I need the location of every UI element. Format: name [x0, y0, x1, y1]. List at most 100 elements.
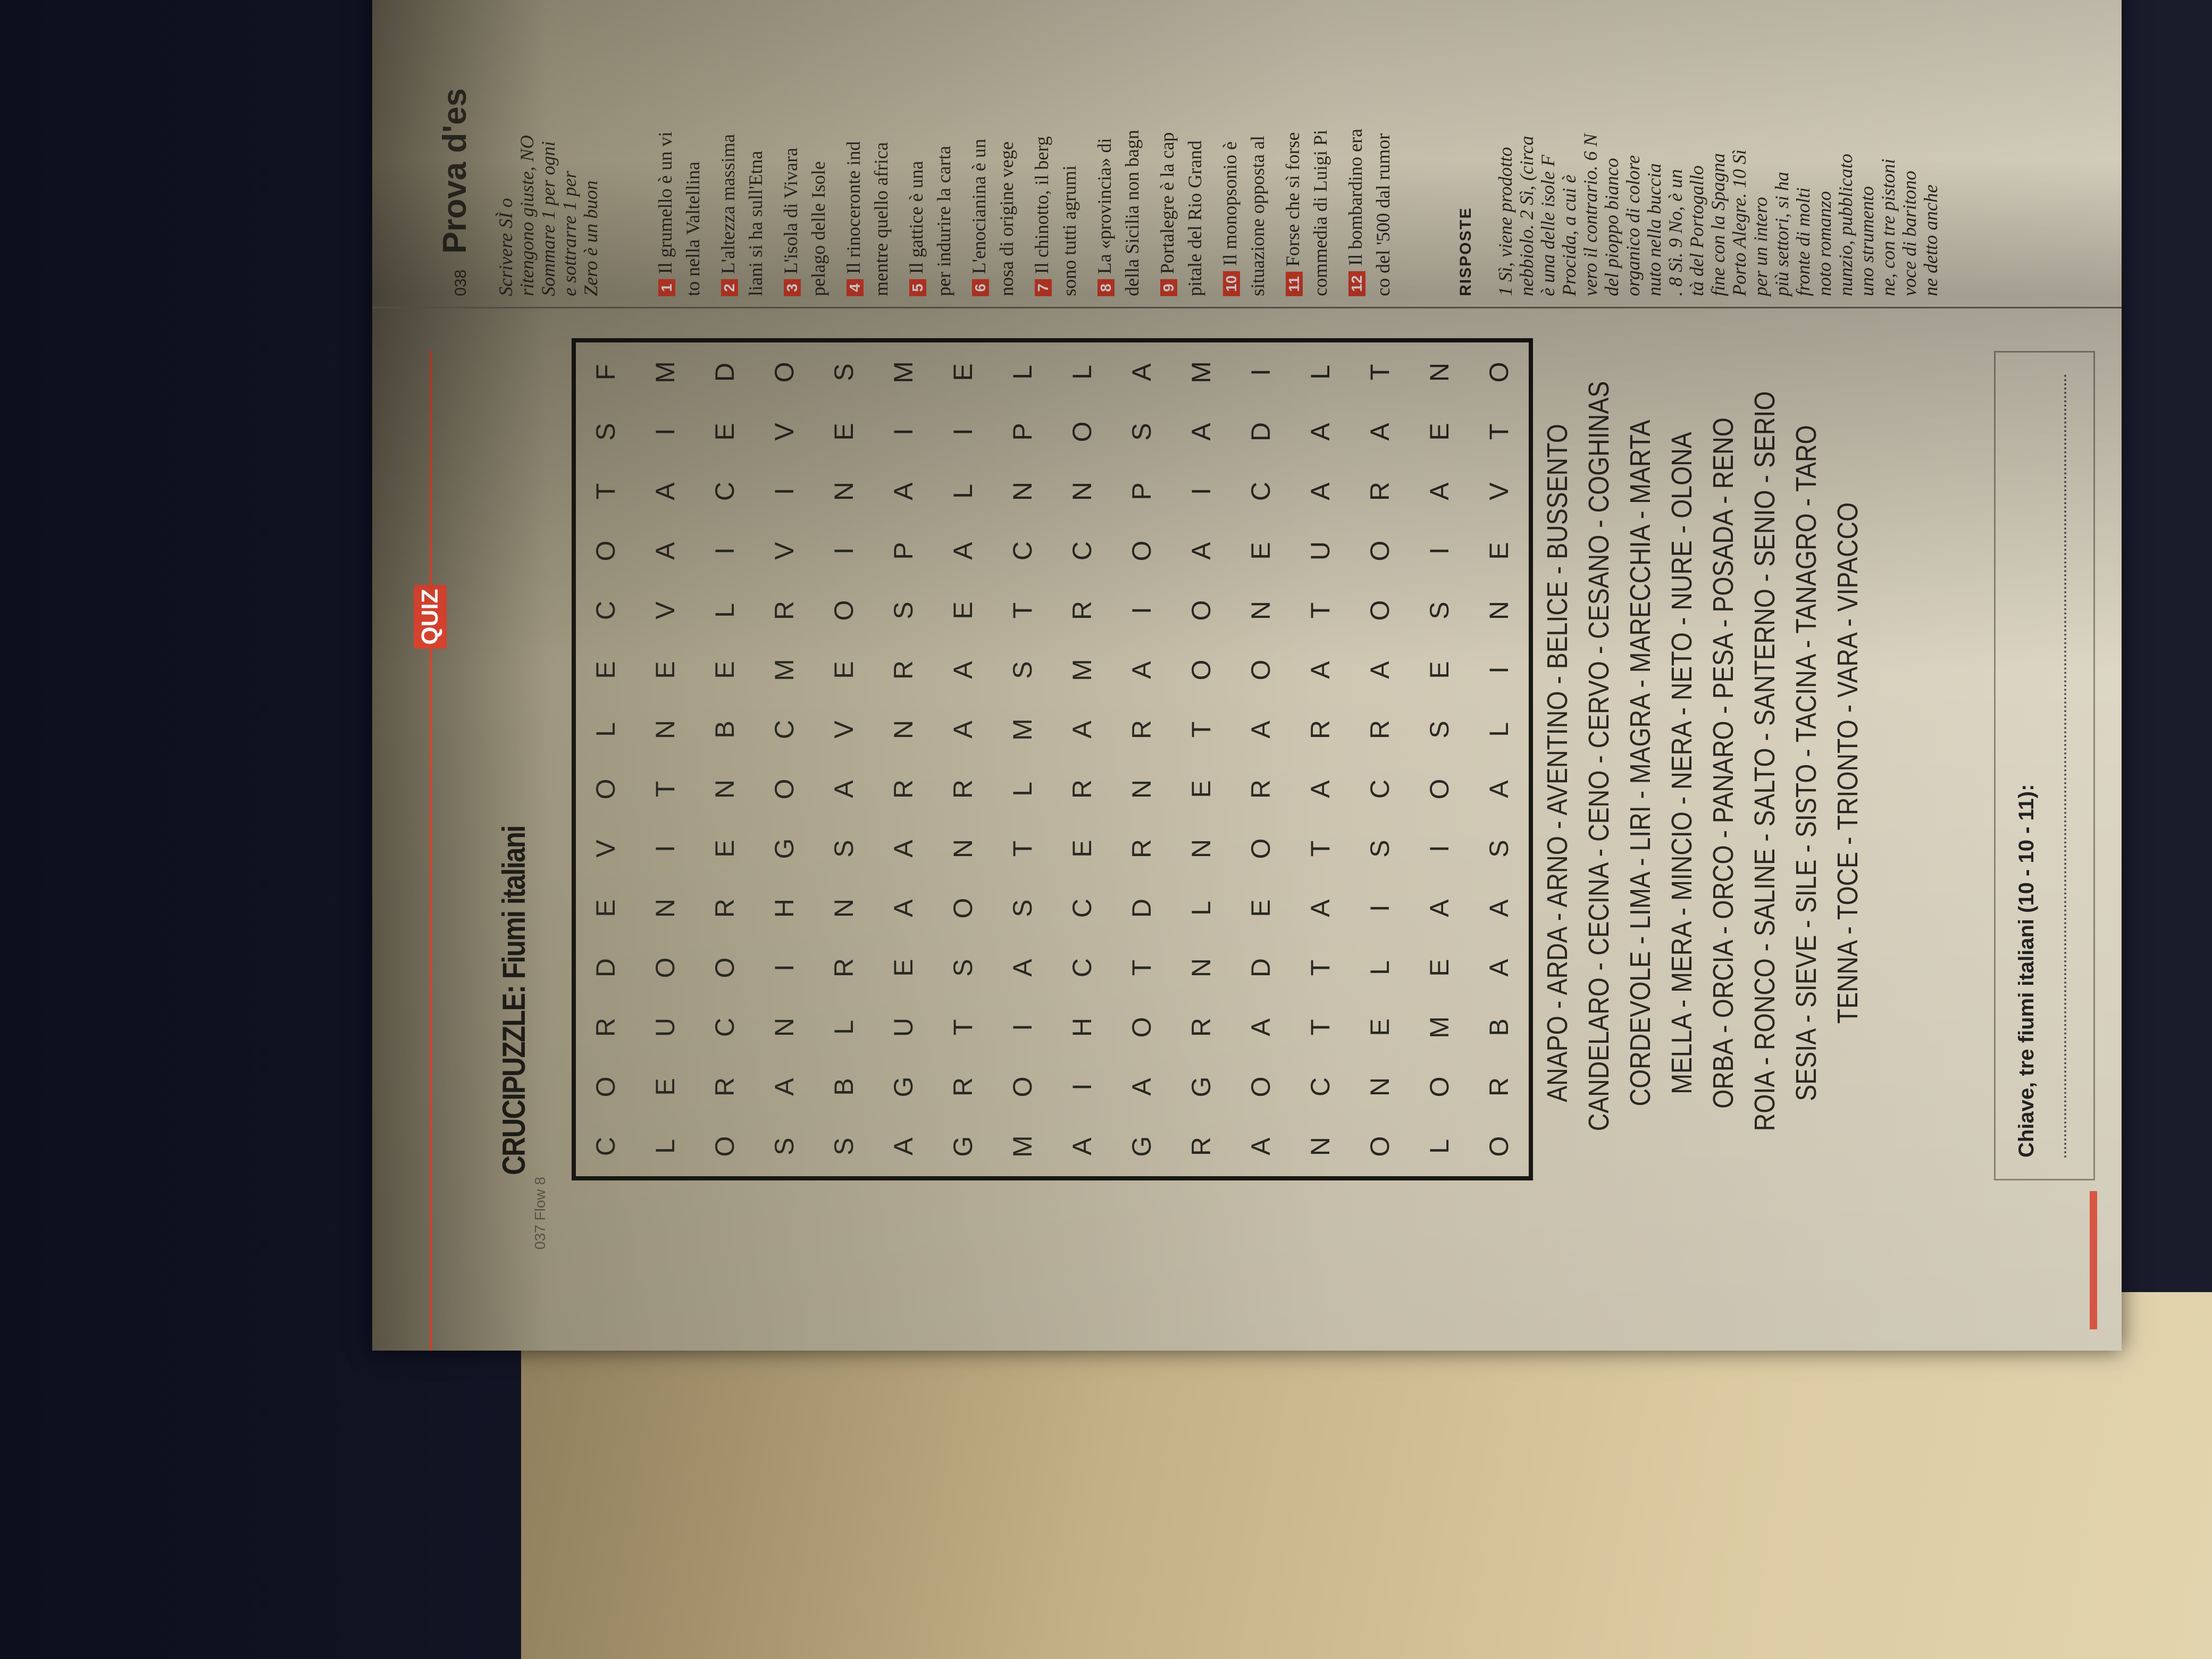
grid-cell: I: [769, 488, 799, 495]
answer-line: vero il contrario. 6 N: [1580, 133, 1601, 296]
grid-cell: N: [650, 719, 680, 740]
grid-cell: A: [889, 1137, 918, 1155]
page-folio: 037 Flow 8: [532, 1177, 548, 1250]
grid-cell: L: [829, 1020, 859, 1035]
grid-cell: O: [1365, 540, 1395, 562]
grid-cell: V: [829, 720, 859, 739]
question-number-badge: 7: [1035, 279, 1052, 296]
grid-cell: C: [710, 481, 740, 501]
answer-line: ne detto anche: [1920, 185, 1941, 296]
grid-cell: C: [1067, 541, 1097, 561]
grid-cell: T: [948, 1019, 978, 1036]
word-search-grid: C O R D E V O L E C O T S F L E U O N I T N E V A A I M O R C O R E N B E L I C…: [572, 338, 1533, 1180]
grid-cell: A: [1484, 959, 1514, 977]
answer-line: voce di baritono: [1899, 171, 1920, 296]
grid-cell: A: [1127, 661, 1157, 679]
grid-cell: S: [1425, 720, 1454, 739]
grid-cell: R: [1186, 1017, 1216, 1037]
grid-cell: L: [710, 603, 740, 618]
grid-cell: T: [1305, 959, 1335, 976]
question-item: 12 Il bombardino era: [1344, 129, 1367, 296]
grid-cell: G: [1186, 1076, 1216, 1097]
question-item: 11 Forse che sì forse: [1281, 132, 1304, 296]
grid-cell: I: [1186, 488, 1216, 495]
page-edge-marker: [2090, 1191, 2097, 1329]
grid-cell: I: [889, 428, 918, 435]
grid-cell: S: [769, 1137, 799, 1155]
grid-cell: A: [1186, 542, 1216, 560]
grid-cell: I: [650, 428, 680, 435]
grid-cell: N: [1425, 362, 1454, 382]
answer-line: fronte di molti: [1792, 187, 1814, 296]
grid-cell: N: [1484, 600, 1514, 621]
grid-cell: A: [889, 899, 918, 917]
question-item: 4 Il rinoceronte ind: [842, 141, 865, 296]
answer-line: è una delle isole F: [1537, 155, 1559, 296]
grid-cell: R: [1246, 779, 1276, 799]
answer-line: fine con la Spagna: [1707, 153, 1729, 296]
grid-cell: N: [650, 898, 680, 918]
right-page: 038 Prova d'es RISPOSTE Scrivere SÌ o rit…: [372, 0, 2122, 308]
grid-cell: C: [591, 1136, 621, 1157]
grid-cell: I: [650, 845, 680, 852]
question-text-continued: situazione opposta al: [1247, 136, 1268, 296]
grid-cell: T: [1008, 840, 1037, 857]
grid-cell: M: [1186, 361, 1216, 383]
question-item: 5 Il gattice è una: [905, 161, 927, 296]
grid-cell: C: [1067, 898, 1097, 918]
question-number-badge: 5: [909, 279, 926, 296]
grid-cell: E: [1186, 780, 1216, 798]
question-text: Il rinoceronte ind: [843, 141, 864, 274]
answer-line: [2043, 374, 2066, 1158]
question-text-continued: commedia di Luigi Pi: [1310, 130, 1331, 296]
question-text: Il chinotto, il berg: [1031, 136, 1052, 274]
grid-cell: U: [889, 1017, 918, 1037]
grid-cell: N: [829, 898, 859, 918]
grid-cell: A: [889, 840, 918, 858]
question-number-badge: 3: [784, 279, 801, 296]
grid-cell: F: [591, 364, 621, 381]
grid-cell: O: [1425, 1076, 1454, 1097]
question-number-badge: 1: [658, 279, 675, 296]
grid-cell: E: [829, 423, 859, 441]
answer-line: tà del Portogallo: [1686, 165, 1707, 296]
grid-cell: E: [1425, 661, 1454, 679]
grid-cell: A: [1186, 423, 1216, 441]
answer-line: del pioppo bianco: [1601, 158, 1622, 296]
grid-cell: R: [710, 1077, 740, 1097]
grid-cell: V: [650, 601, 680, 619]
grid-cell: A: [1246, 1018, 1276, 1036]
grid-cell: V: [769, 423, 799, 441]
grid-cell: N: [769, 1017, 799, 1037]
grid-cell: O: [769, 362, 799, 383]
right-page-title: Prova d'es: [437, 88, 473, 254]
grid-cell: R: [1067, 779, 1097, 799]
grid-cell: A: [1365, 423, 1395, 441]
grid-cell: O: [1008, 1076, 1037, 1097]
grid-cell: E: [1246, 899, 1276, 917]
grid-cell: S: [889, 601, 918, 619]
grid-cell: A: [650, 482, 680, 500]
grid-cell: N: [1305, 1136, 1335, 1157]
question-text-continued: nosa di origine vege: [996, 141, 1017, 296]
grid-cell: C: [1067, 958, 1097, 978]
answer-line: per un intero: [1750, 197, 1771, 296]
grid-cell: R: [1365, 719, 1395, 740]
question-text: Il monopsonio è: [1219, 141, 1241, 266]
grid-cell: T: [1305, 602, 1335, 619]
answer-line: più settori, si ha: [1771, 171, 1792, 296]
question-number-badge: 9: [1160, 279, 1177, 296]
question-item: 6 L'enocianina è un: [968, 139, 990, 296]
grid-cell: R: [1067, 600, 1097, 621]
grid-cell: T: [1186, 721, 1216, 738]
grid-cell: M: [1008, 1135, 1037, 1158]
grid-cell: D: [591, 958, 621, 978]
grid-cell: N: [1186, 958, 1216, 978]
grid-cell: N: [829, 481, 859, 501]
grid-cell: N: [889, 719, 918, 740]
grid-cell: O: [591, 540, 621, 562]
question-number-badge: 6: [972, 279, 989, 296]
grid-cell: I: [1484, 666, 1514, 674]
grid-cell: O: [1246, 659, 1276, 681]
grid-cell: D: [1246, 958, 1276, 978]
